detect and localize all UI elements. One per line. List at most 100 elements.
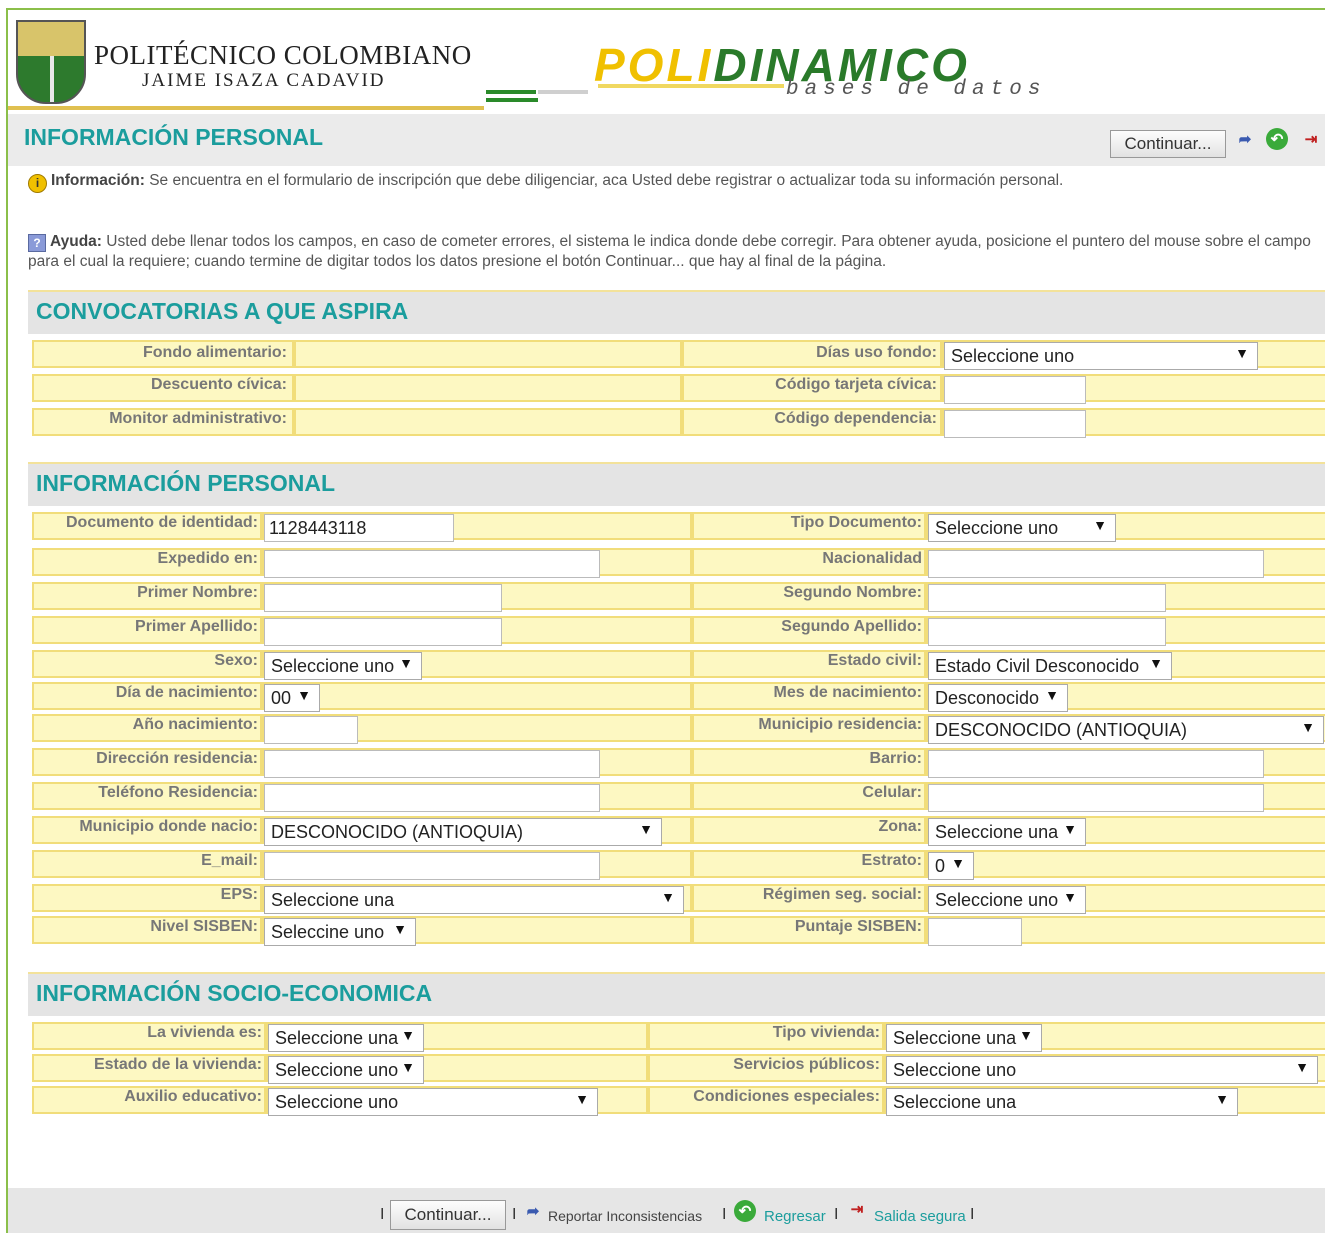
condiciones-label: Condiciones especiales: — [693, 1088, 880, 1105]
footer-bar: I Continuar... I ➦ Reportar Inconsistenc… — [8, 1188, 1325, 1233]
municipio-nacio-select[interactable]: DESCONOCIDO (ANTIOQUIA) ▼ — [264, 818, 662, 846]
value-cell — [926, 850, 1325, 878]
puntaje-input[interactable] — [928, 918, 1022, 946]
condiciones-select[interactable]: Seleccione una ▼ — [886, 1088, 1238, 1116]
continue-button[interactable]: Continuar... — [1110, 130, 1226, 158]
codigo-dependencia-input[interactable] — [944, 410, 1086, 438]
dia-nacimiento-select[interactable]: 00 ▼ — [264, 684, 320, 712]
documento-input[interactable]: 1128443118 — [264, 514, 454, 542]
chevron-down-icon: ▼ — [1301, 719, 1315, 735]
chevron-down-icon: ▼ — [1019, 1027, 1033, 1043]
eps-select[interactable]: Seleccione una ▼ — [264, 886, 684, 914]
expedido-label: Expedido en: — [157, 550, 258, 567]
chevron-down-icon: ▼ — [951, 855, 965, 871]
help-label: Ayuda: — [50, 233, 102, 250]
primer-apellido-input[interactable] — [264, 618, 502, 646]
estado-vivienda-select[interactable]: Seleccione uno ▼ — [268, 1056, 424, 1084]
barrio-label: Barrio: — [869, 750, 922, 767]
dias-uso-fondo-value: Seleccione uno — [951, 346, 1075, 366]
primer-nombre-label: Primer Nombre: — [137, 584, 258, 601]
nacionalidad-label: Nacionalidad — [822, 550, 922, 567]
tipo-documento-select-value: Seleccione uno — [935, 518, 1059, 538]
zona-select[interactable]: Seleccione una ▼ — [928, 818, 1086, 846]
exit-icon[interactable]: ⇥ — [1300, 128, 1322, 150]
help-icon: ? — [28, 234, 46, 252]
celular-input[interactable] — [928, 784, 1264, 812]
monitor-administrativo-label: Monitor administrativo: — [109, 410, 287, 427]
section-title: INFORMACIÓN PERSONAL — [36, 470, 335, 496]
municipio-residencia-select[interactable]: DESCONOCIDO (ANTIOQUIA) ▼ — [928, 716, 1324, 744]
estado-civil-select-value: Estado Civil Desconocido — [935, 656, 1140, 676]
chevron-down-icon: ▼ — [1063, 889, 1077, 905]
segundo-apellido-input[interactable] — [928, 618, 1166, 646]
chevron-down-icon: ▼ — [575, 1091, 589, 1107]
chevron-down-icon: ▼ — [1295, 1059, 1309, 1075]
report-link[interactable]: Reportar Inconsistencias — [548, 1208, 702, 1224]
zona-select-value: Seleccione una — [935, 822, 1059, 842]
anio-nacimiento-input[interactable] — [264, 716, 358, 744]
back-arrow-icon[interactable]: ↶ — [1266, 128, 1288, 150]
email-input[interactable] — [264, 852, 600, 880]
institution-shield-logo — [16, 20, 86, 104]
sisben-select[interactable]: Seleccine uno ▼ — [264, 918, 416, 946]
back-link[interactable]: Regresar — [764, 1208, 826, 1225]
page-frame: POLITÉCNICO COLOMBIANO JAIME ISAZA CADAV… — [6, 8, 1325, 1233]
fondo-alimentario-label: Fondo alimentario: — [143, 344, 287, 361]
servicios-select-value: Seleccione uno — [893, 1060, 1017, 1080]
estado-vivienda-select-value: Seleccione uno — [275, 1060, 399, 1080]
report-icon: ➦ — [526, 1203, 540, 1220]
servicios-select[interactable]: Seleccione uno ▼ — [886, 1056, 1318, 1084]
separator: I — [380, 1206, 385, 1223]
telefono-input[interactable] — [264, 784, 600, 812]
segundo-nombre-input[interactable] — [928, 584, 1166, 612]
exit-link[interactable]: Salida segura — [874, 1208, 966, 1225]
direccion-input[interactable] — [264, 750, 600, 778]
tipo-documento-select[interactable]: Seleccione uno ▼ — [928, 514, 1116, 542]
estado-civil-label: Estado civil: — [827, 652, 922, 669]
report-icon[interactable]: ➦ — [1234, 128, 1256, 150]
primer-nombre-input[interactable] — [264, 584, 502, 612]
estado-civil-select[interactable]: Estado Civil Desconocido ▼ — [928, 652, 1172, 680]
eps-select-value: Seleccione una — [271, 890, 395, 910]
continue-button-footer[interactable]: Continuar... — [390, 1200, 506, 1230]
vivienda-select[interactable]: Seleccione una ▼ — [268, 1024, 424, 1052]
auxilio-label: Auxilio educativo: — [124, 1088, 262, 1105]
mes-nacimiento-label: Mes de nacimiento: — [773, 684, 922, 701]
separator: I — [512, 1206, 517, 1223]
tipo-documento-label: Tipo Documento: — [790, 514, 922, 531]
barrio-input[interactable] — [928, 750, 1264, 778]
chevron-down-icon: ▼ — [661, 889, 675, 905]
zona-label: Zona: — [878, 818, 922, 835]
regimen-label: Régimen seg. social: — [762, 886, 922, 903]
mes-nacimiento-select[interactable]: Desconocido ▼ — [928, 684, 1068, 712]
tipo-vivienda-select-value: Seleccione una — [893, 1028, 1017, 1048]
primer-apellido-label: Primer Apellido: — [135, 618, 258, 635]
regimen-select[interactable]: Seleccione uno ▼ — [928, 886, 1086, 914]
estrato-select[interactable]: 0 ▼ — [928, 852, 974, 880]
header-banner: POLITÉCNICO COLOMBIANO JAIME ISAZA CADAV… — [8, 10, 1325, 114]
chevron-down-icon: ▼ — [401, 1059, 415, 1075]
sexo-label: Sexo: — [214, 652, 258, 669]
dias-uso-fondo-select[interactable]: Seleccione uno ▼ — [944, 342, 1258, 370]
section-title: CONVOCATORIAS A QUE ASPIRA — [36, 298, 409, 324]
tipo-vivienda-select[interactable]: Seleccione una ▼ — [886, 1024, 1042, 1052]
value-cell — [294, 374, 682, 402]
condiciones-select-value: Seleccione una — [893, 1092, 1017, 1112]
servicios-label: Servicios públicos: — [733, 1056, 880, 1073]
header-stripe — [538, 90, 588, 94]
auxilio-select[interactable]: Seleccione uno ▼ — [268, 1088, 598, 1116]
title-bar: INFORMACIÓN PERSONAL Continuar... ➦ ↶ ⇥ — [8, 114, 1325, 166]
separator: I — [970, 1206, 975, 1223]
nacionalidad-input[interactable] — [928, 550, 1264, 578]
institution-subname: JAIME ISAZA CADAVID — [142, 70, 386, 91]
eps-label: EPS: — [220, 886, 258, 903]
value-cell — [294, 340, 682, 368]
sexo-select[interactable]: Seleccione uno ▼ — [264, 652, 422, 680]
regimen-select-value: Seleccione uno — [935, 890, 1059, 910]
codigo-tarjeta-civica-input[interactable] — [944, 376, 1086, 404]
brand-part1: POLI — [594, 39, 714, 91]
chevron-down-icon: ▼ — [1093, 517, 1107, 533]
value-cell — [294, 408, 682, 436]
expedido-input[interactable] — [264, 550, 600, 578]
telefono-label: Teléfono Residencia: — [98, 784, 258, 801]
